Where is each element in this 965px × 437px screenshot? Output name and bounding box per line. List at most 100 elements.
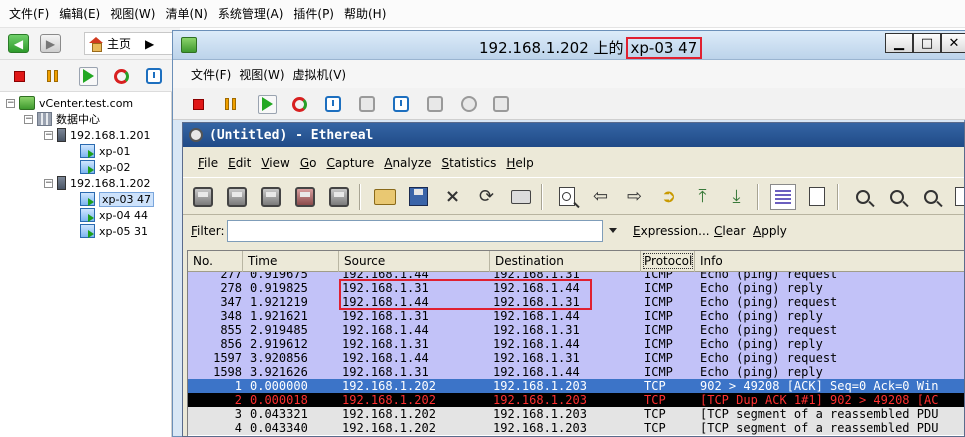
tree-node-host-201[interactable]: − 192.168.1.201 xyxy=(44,127,150,143)
reset-icon[interactable] xyxy=(111,66,131,86)
menu-view[interactable]: 视图(W) xyxy=(105,5,160,22)
tree-node-datacenter[interactable]: − 数据中心 xyxy=(24,111,100,127)
maximize-button[interactable]: □ xyxy=(913,33,941,53)
power-on-icon[interactable] xyxy=(257,94,277,114)
suspend-icon[interactable] xyxy=(43,66,63,86)
tree-node-vm[interactable]: xp-01 xyxy=(80,143,130,159)
eth-menu-go[interactable]: Go xyxy=(295,156,322,170)
packet-row[interactable]: 1597 3.920856 192.168.1.44 192.168.1.31 ICMP… xyxy=(188,351,964,365)
reset-icon[interactable] xyxy=(289,94,309,114)
go-last-packet-icon[interactable]: ⤓ xyxy=(723,183,750,210)
zoom-out-icon[interactable] xyxy=(883,183,910,210)
stop-capture-icon[interactable] xyxy=(291,183,318,210)
snapshot-manager-icon[interactable] xyxy=(391,94,411,114)
power-off-icon[interactable] xyxy=(9,66,29,86)
vm-menu-vm[interactable]: 虚拟机(V) xyxy=(289,66,351,83)
vm-menu-view[interactable]: 视图(W) xyxy=(235,66,288,83)
connect-device-icon[interactable] xyxy=(459,94,479,114)
home-breadcrumb[interactable]: 主页 ▶ xyxy=(84,32,174,55)
go-forward-icon[interactable]: ⇨ xyxy=(621,183,648,210)
menu-plugins[interactable]: 插件(P) xyxy=(288,5,339,22)
collapse-icon[interactable]: − xyxy=(44,130,53,140)
packet-row[interactable]: 277 0.919675 192.168.1.44 192.168.1.31 ICMP E… xyxy=(188,272,964,281)
menu-administration[interactable]: 系统管理(A) xyxy=(213,5,289,22)
resize-columns-icon[interactable] xyxy=(949,183,964,210)
colorize-icon[interactable] xyxy=(769,183,796,210)
back-arrow-icon[interactable]: ◀ xyxy=(8,34,29,53)
save-file-icon[interactable] xyxy=(405,183,432,210)
ethereal-titlebar[interactable]: (Untitled) - Ethereal xyxy=(183,123,964,147)
collapse-icon[interactable]: − xyxy=(24,114,33,124)
tree-node-vm[interactable]: xp-02 xyxy=(80,159,130,175)
eth-menu-analyze[interactable]: Analyze xyxy=(379,156,436,170)
eth-menu-capture[interactable]: Capture xyxy=(321,156,379,170)
packet-row[interactable]: 3 0.043321 192.168.1.202 192.168.1.203 TCP [T… xyxy=(188,407,964,421)
tree-node-host-202[interactable]: − 192.168.1.202 xyxy=(44,175,150,191)
eth-menu-edit[interactable]: Edit xyxy=(223,156,256,170)
tools-icon[interactable] xyxy=(491,94,511,114)
vm-menu-file[interactable]: 文件(F) xyxy=(187,66,235,83)
tree-node-vm[interactable]: xp-05 31 xyxy=(80,223,148,239)
vm-settings-icon[interactable] xyxy=(425,94,445,114)
close-button[interactable]: ✕ xyxy=(941,33,965,53)
column-header-source[interactable]: Source xyxy=(339,251,490,272)
column-header-no[interactable]: No. xyxy=(188,251,243,272)
menu-inventory[interactable]: 清单(N) xyxy=(160,5,212,22)
column-header-info[interactable]: Info xyxy=(695,251,964,272)
column-header-time[interactable]: Time xyxy=(243,251,339,272)
revert-snapshot-icon[interactable] xyxy=(357,94,377,114)
menu-edit[interactable]: 编辑(E) xyxy=(54,5,105,22)
eth-menu-view[interactable]: View xyxy=(256,156,294,170)
filter-clear-button[interactable]: Clear xyxy=(714,224,745,238)
zoom-in-icon[interactable] xyxy=(849,183,876,210)
column-header-protocol[interactable]: Protocol xyxy=(641,251,695,272)
find-packet-icon[interactable] xyxy=(553,183,580,210)
capture-options-icon[interactable] xyxy=(223,183,250,210)
eth-menu-help[interactable]: Help xyxy=(501,156,538,170)
menu-file[interactable]: 文件(F) xyxy=(4,5,54,22)
packet-row[interactable]: 348 1.921621 192.168.1.31 192.168.1.44 ICMP E… xyxy=(188,309,964,323)
reload-icon[interactable]: ⟳ xyxy=(473,183,500,210)
go-first-packet-icon[interactable]: ⤒ xyxy=(689,183,716,210)
filter-dropdown-arrow-icon[interactable] xyxy=(609,228,617,233)
normal-size-icon[interactable] xyxy=(917,183,944,210)
filter-apply-button[interactable]: Apply xyxy=(753,224,787,238)
go-to-packet-icon[interactable]: ➲ xyxy=(655,183,682,210)
packet-row[interactable]: 1 0.000000 192.168.1.202 192.168.1.203 TCP 90… xyxy=(188,379,964,393)
packet-row[interactable]: 856 2.919612 192.168.1.31 192.168.1.44 ICMP E… xyxy=(188,337,964,351)
packet-row[interactable]: 1598 3.921626 192.168.1.31 192.168.1.44 ICMP… xyxy=(188,365,964,379)
collapse-icon[interactable]: − xyxy=(44,178,53,188)
start-capture-icon[interactable] xyxy=(257,183,284,210)
power-on-icon[interactable] xyxy=(78,66,98,86)
filter-input[interactable] xyxy=(227,220,603,242)
eth-menu-file[interactable]: File xyxy=(193,156,223,170)
menu-help[interactable]: 帮助(H) xyxy=(339,5,391,22)
cell-protocol: TCP xyxy=(644,407,666,421)
auto-scroll-icon[interactable] xyxy=(803,183,830,210)
power-off-icon[interactable] xyxy=(188,94,208,114)
tree-node-vm-selected[interactable]: xp-03 47 xyxy=(80,191,154,207)
packet-row[interactable]: 2 0.000018 192.168.1.202 192.168.1.203 TCP [T… xyxy=(188,393,964,407)
interfaces-icon[interactable] xyxy=(189,183,216,210)
packet-row[interactable]: 855 2.919485 192.168.1.44 192.168.1.31 ICMP E… xyxy=(188,323,964,337)
vm-console-titlebar[interactable]: 192.168.1.202 上的 xp-03 47 ▁ □ ✕ xyxy=(173,31,965,60)
open-file-icon[interactable] xyxy=(371,183,398,210)
forward-arrow-icon[interactable]: ▶ xyxy=(40,34,61,53)
print-icon[interactable] xyxy=(507,183,534,210)
restart-capture-icon[interactable] xyxy=(325,183,352,210)
packet-row[interactable]: 4 0.043340 192.168.1.202 192.168.1.203 TCP [T… xyxy=(188,421,964,435)
collapse-icon[interactable]: − xyxy=(6,98,15,108)
minimize-button[interactable]: ▁ xyxy=(885,33,913,53)
packet-row[interactable]: 278 0.919825 192.168.1.31 192.168.1.44 ICMP E… xyxy=(188,281,964,295)
snapshot-icon[interactable] xyxy=(323,94,343,114)
filter-expression-button[interactable]: Expression... xyxy=(633,224,710,238)
snapshot-icon[interactable] xyxy=(144,66,164,86)
go-back-icon[interactable]: ⇦ xyxy=(587,183,614,210)
eth-menu-statistics[interactable]: Statistics xyxy=(437,156,502,170)
close-file-icon[interactable]: × xyxy=(439,183,466,210)
column-header-destination[interactable]: Destination xyxy=(490,251,641,272)
packet-row[interactable]: 347 1.921219 192.168.1.44 192.168.1.31 ICMP E… xyxy=(188,295,964,309)
suspend-icon[interactable] xyxy=(221,94,241,114)
tree-node-vm[interactable]: xp-04 44 xyxy=(80,207,148,223)
tree-node-vcenter[interactable]: − vCenter.test.com xyxy=(6,95,133,111)
